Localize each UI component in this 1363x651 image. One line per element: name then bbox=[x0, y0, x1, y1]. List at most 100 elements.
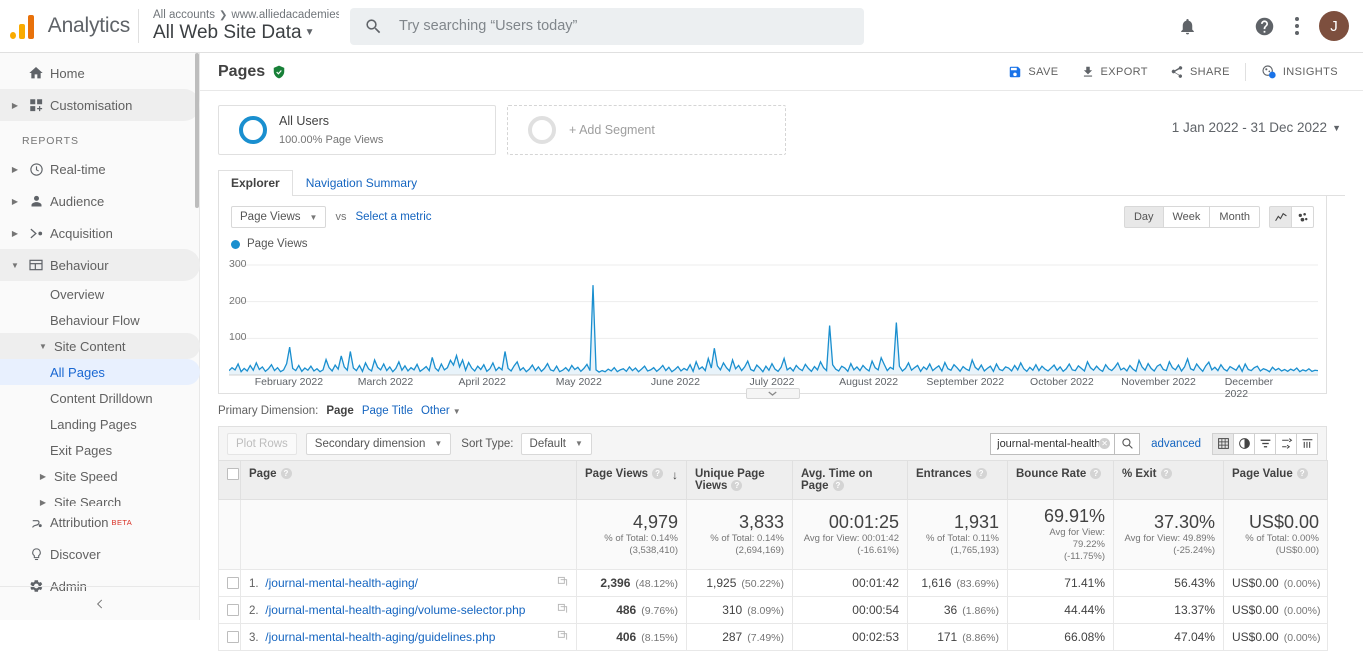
account-selector[interactable]: All accounts ❯www.alliedacademies.o... Al… bbox=[153, 9, 339, 44]
chevron-down-icon[interactable]: ▼ bbox=[8, 261, 22, 270]
sidebar-item-audience[interactable]: ▶ Audience bbox=[0, 185, 200, 217]
sidebar-item-home[interactable]: Home bbox=[0, 57, 200, 89]
chevron-right-icon[interactable]: ▶ bbox=[8, 229, 22, 238]
metric-select[interactable]: Page Views ▼ bbox=[231, 206, 327, 228]
row-checkbox-cell[interactable] bbox=[218, 596, 241, 624]
save-button[interactable]: SAVE bbox=[997, 65, 1069, 79]
page-path-link[interactable]: /journal-mental-health-aging/volume-sele… bbox=[265, 603, 525, 617]
row-checkbox-cell[interactable] bbox=[218, 569, 241, 597]
table-row[interactable]: 2. /journal-mental-health-aging/volume-s… bbox=[218, 596, 1328, 624]
help-icon[interactable]: ? bbox=[731, 480, 743, 492]
clear-search-icon[interactable]: ✕ bbox=[1099, 438, 1111, 449]
granularity-day[interactable]: Day bbox=[1123, 206, 1164, 228]
insights-button[interactable]: INSIGHTS bbox=[1250, 64, 1349, 80]
advanced-filter-link[interactable]: advanced bbox=[1151, 438, 1201, 450]
view-selector[interactable]: All Web Site Data ▼ bbox=[153, 22, 339, 44]
plot-rows-button[interactable]: Plot Rows bbox=[227, 432, 297, 455]
date-range-selector[interactable]: 1 Jan 2022 - 31 Dec 2022 ▼ bbox=[1172, 120, 1341, 135]
table-search-input[interactable]: journal-mental-health-aging ✕ bbox=[990, 432, 1115, 455]
granularity-week[interactable]: Week bbox=[1162, 206, 1211, 228]
chevron-right-icon[interactable]: ▶ bbox=[8, 197, 22, 206]
help-icon[interactable]: ? bbox=[280, 468, 292, 480]
column-header-page-views[interactable]: ↓ Page Views? bbox=[576, 460, 687, 500]
table-row[interactable]: 3. /journal-mental-health-aging/guidelin… bbox=[218, 623, 1328, 651]
help-icon[interactable] bbox=[1254, 16, 1275, 37]
pie-view-icon[interactable] bbox=[1233, 432, 1255, 455]
notifications-bell-icon[interactable] bbox=[1178, 17, 1197, 36]
sidebar-item-customisation[interactable]: ▶ Customisation bbox=[0, 89, 200, 121]
export-button[interactable]: EXPORT bbox=[1070, 65, 1159, 79]
primary-dimension-other[interactable]: Other ▼ bbox=[421, 405, 461, 417]
sidebar-item-content-drilldown[interactable]: Content Drilldown bbox=[0, 385, 200, 411]
tab-explorer[interactable]: Explorer bbox=[218, 170, 293, 196]
avatar[interactable]: J bbox=[1319, 11, 1349, 41]
secondary-dimension-select[interactable]: Secondary dimension ▼ bbox=[305, 432, 452, 455]
primary-dimension-page[interactable]: Page bbox=[326, 405, 354, 417]
table-view-icon[interactable] bbox=[1212, 432, 1234, 455]
open-page-external-icon[interactable] bbox=[557, 630, 568, 644]
sidebar-item-real-time[interactable]: ▶ Real-time bbox=[0, 153, 200, 185]
search-input[interactable] bbox=[397, 17, 850, 35]
scatter-chart-icon[interactable] bbox=[1291, 206, 1314, 228]
column-header-pct-exit[interactable]: % Exit? bbox=[1113, 460, 1224, 500]
select-all-checkbox[interactable] bbox=[227, 468, 239, 480]
row-checkbox[interactable] bbox=[227, 604, 239, 616]
add-segment-button[interactable]: + Add Segment bbox=[507, 105, 786, 155]
help-icon[interactable]: ? bbox=[652, 468, 664, 480]
table-row[interactable]: 1. /journal-mental-health-aging/2,396 (48… bbox=[218, 569, 1328, 597]
row-checkbox-cell[interactable] bbox=[218, 623, 241, 651]
help-icon[interactable]: ? bbox=[1296, 468, 1308, 480]
breadcrumb-property[interactable]: www.alliedacademies.o... bbox=[231, 9, 339, 21]
column-header-unique-page-views[interactable]: Unique Page Views? bbox=[686, 460, 793, 500]
row-checkbox[interactable] bbox=[227, 631, 239, 643]
open-page-external-icon[interactable] bbox=[557, 576, 568, 590]
sidebar-collapse-button[interactable] bbox=[0, 586, 200, 620]
chart-collapse-handle[interactable] bbox=[745, 388, 800, 399]
sidebar-item-site-content[interactable]: ▼ Site Content bbox=[0, 333, 200, 359]
sidebar-item-acquisition[interactable]: ▶ Acquisition bbox=[0, 217, 200, 249]
page-path-link[interactable]: /journal-mental-health-aging/ bbox=[265, 576, 418, 590]
sidebar-item-landing-pages[interactable]: Landing Pages bbox=[0, 411, 200, 437]
sidebar-item-behaviour[interactable]: ▼ Behaviour bbox=[0, 249, 200, 281]
segment-all-users[interactable]: All Users 100.00% Page Views bbox=[218, 105, 496, 155]
row-checkbox[interactable] bbox=[227, 577, 239, 589]
column-header-page-value[interactable]: Page Value? bbox=[1223, 460, 1328, 500]
help-icon[interactable]: ? bbox=[1090, 468, 1102, 480]
column-header-bounce-rate[interactable]: Bounce Rate? bbox=[1007, 460, 1114, 500]
sidebar-item-site-search[interactable]: ▶ Site Search bbox=[0, 489, 200, 507]
apps-grid-icon[interactable] bbox=[1217, 18, 1234, 35]
analytics-logo-area[interactable]: Analytics bbox=[0, 13, 130, 39]
tab-navigation-summary[interactable]: Navigation Summary bbox=[293, 170, 430, 196]
help-icon[interactable]: ? bbox=[975, 468, 987, 480]
open-page-external-icon[interactable] bbox=[557, 603, 568, 617]
sidebar-item-exit-pages[interactable]: Exit Pages bbox=[0, 437, 200, 463]
sidebar-scrollbar-thumb[interactable] bbox=[195, 53, 199, 208]
granularity-month[interactable]: Month bbox=[1209, 206, 1260, 228]
sidebar-item-attribution[interactable]: Attribution BETA bbox=[0, 506, 200, 538]
chevron-right-icon[interactable]: ▶ bbox=[36, 472, 50, 481]
sort-descending-icon[interactable]: ↓ bbox=[672, 468, 678, 482]
more-options-icon[interactable] bbox=[1295, 17, 1299, 35]
primary-dimension-page-title[interactable]: Page Title bbox=[362, 405, 413, 417]
sidebar-item-site-speed[interactable]: ▶ Site Speed bbox=[0, 463, 200, 489]
comparison-view-icon[interactable] bbox=[1275, 432, 1297, 455]
select-all-header[interactable] bbox=[218, 460, 241, 500]
help-icon[interactable]: ? bbox=[832, 480, 844, 492]
performance-view-icon[interactable] bbox=[1254, 432, 1276, 455]
sort-type-select[interactable]: Default ▼ bbox=[520, 432, 592, 455]
chevron-right-icon[interactable]: ▶ bbox=[36, 498, 50, 507]
line-chart-icon[interactable] bbox=[1269, 206, 1292, 228]
page-path-link[interactable]: /journal-mental-health-aging/guidelines.… bbox=[265, 630, 495, 644]
sidebar-item-all-pages[interactable]: All Pages bbox=[0, 359, 200, 385]
column-header-page[interactable]: Page? bbox=[240, 460, 577, 500]
share-button[interactable]: SHARE bbox=[1159, 65, 1241, 79]
pivot-view-icon[interactable] bbox=[1296, 432, 1318, 455]
sidebar-item-discover[interactable]: Discover bbox=[0, 538, 200, 570]
help-icon[interactable]: ? bbox=[1160, 468, 1172, 480]
sidebar-item-behaviour-flow[interactable]: Behaviour Flow bbox=[0, 307, 200, 333]
select-metric-link[interactable]: Select a metric bbox=[355, 211, 431, 223]
table-search-button[interactable] bbox=[1114, 432, 1141, 455]
chevron-right-icon[interactable]: ▶ bbox=[8, 101, 22, 110]
sidebar-item-overview[interactable]: Overview bbox=[0, 281, 200, 307]
chevron-down-icon[interactable]: ▼ bbox=[36, 342, 50, 351]
